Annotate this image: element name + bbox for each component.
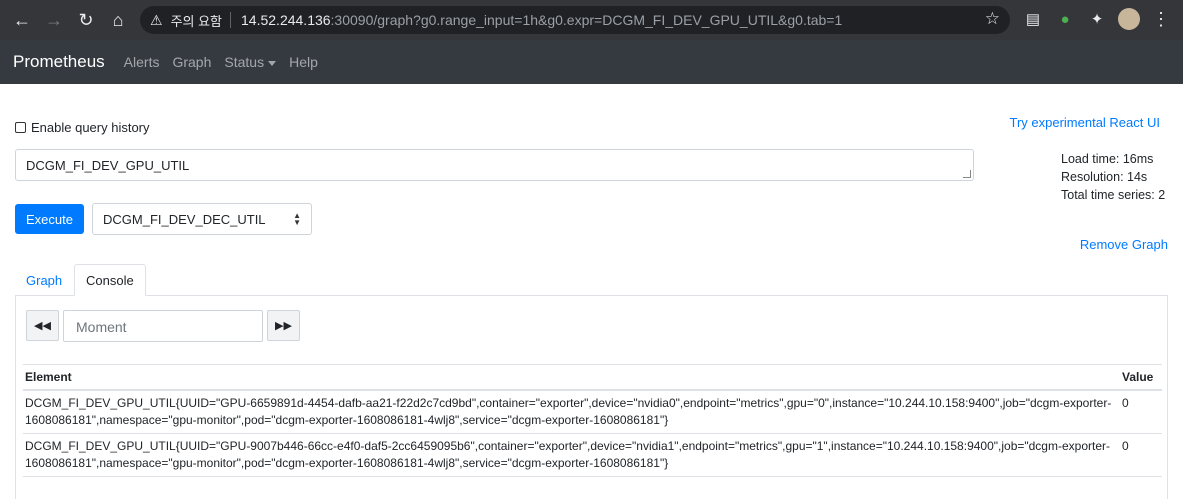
caret-down-icon [268, 60, 277, 66]
browser-menu-icon[interactable]: ⋮ [1150, 8, 1172, 30]
tab-graph[interactable]: Graph [15, 264, 73, 296]
column-value: Value [1120, 364, 1162, 391]
profile-avatar[interactable] [1118, 8, 1140, 30]
remove-graph-link[interactable]: Remove Graph [1080, 237, 1168, 252]
url-host: 14.52.244.136 [241, 12, 331, 28]
warning-icon: ⚠ [150, 11, 163, 28]
resize-handle[interactable] [963, 170, 971, 178]
back-arrow-icon[interactable]: ← [8, 6, 36, 34]
table-row: DCGM_FI_DEV_GPU_UTIL{UUID="GPU-6659891d-… [23, 390, 1162, 434]
extension-reader-icon[interactable]: ▤ [1022, 8, 1044, 30]
row-element: DCGM_FI_DEV_GPU_UTIL{UUID="GPU-9007b446-… [23, 433, 1120, 477]
address-bar[interactable]: ⚠ 주의 요함 14.52.244.136:30090/graph?g0.ran… [140, 6, 1010, 34]
query-stats: Load time: 16ms Resolution: 14s Total ti… [1061, 150, 1165, 204]
react-ui-link[interactable]: Try experimental React UI [1009, 115, 1160, 130]
tab-console[interactable]: Console [74, 264, 146, 296]
row-value: 0 [1120, 433, 1162, 477]
metric-select-value: DCGM_FI_DEV_DEC_UTIL [103, 212, 266, 227]
table-row: DCGM_FI_DEV_GPU_UTIL{UUID="GPU-9007b446-… [23, 433, 1162, 477]
resolution: Resolution: 14s [1061, 170, 1148, 184]
query-history-label: Enable query history [31, 120, 150, 135]
moment-input[interactable]: Moment [63, 310, 263, 342]
reload-icon[interactable]: ↻ [72, 6, 100, 34]
nav-graph[interactable]: Graph [172, 54, 211, 70]
column-element: Element [23, 364, 1120, 391]
security-warning-label: 주의 요함 [170, 13, 223, 29]
expression-value: DCGM_FI_DEV_GPU_UTIL [26, 158, 190, 173]
query-history-checkbox[interactable] [15, 122, 26, 133]
forward-arrow-icon[interactable]: → [40, 6, 68, 34]
select-arrows-icon: ▲ ▼ [293, 211, 301, 227]
url-path: :30090/graph?g0.range_input=1h&g0.expr=D… [330, 12, 843, 28]
nav-alerts[interactable]: Alerts [124, 54, 160, 70]
row-element: DCGM_FI_DEV_GPU_UTIL{UUID="GPU-6659891d-… [23, 390, 1120, 434]
nav-status-label: Status [224, 54, 265, 70]
extensions-puzzle-icon[interactable]: ✦ [1086, 8, 1108, 30]
browser-toolbar: ← → ↻ ⌂ ⚠ 주의 요함 14.52.244.136:30090/grap… [0, 0, 1183, 40]
step-forward-icon[interactable]: ▶▶ [267, 310, 300, 341]
bookmark-star-icon[interactable]: ☆ [985, 9, 1000, 29]
expression-input[interactable]: DCGM_FI_DEV_GPU_UTIL [15, 149, 974, 181]
results-table: Element Value DCGM_FI_DEV_GPU_UTIL{UUID=… [23, 364, 1162, 477]
query-history-toggle[interactable]: Enable query history [15, 120, 150, 135]
row-value: 0 [1120, 390, 1162, 434]
execute-button[interactable]: Execute [15, 204, 84, 234]
address-separator [230, 12, 232, 28]
step-back-icon[interactable]: ◀◀ [26, 310, 59, 341]
brand-logo[interactable]: Prometheus [13, 52, 105, 72]
prometheus-navbar: Prometheus Alerts Graph Status Help [0, 40, 1183, 84]
home-icon[interactable]: ⌂ [104, 6, 132, 34]
nav-help[interactable]: Help [289, 54, 318, 70]
load-time: Load time: 16ms [1061, 152, 1154, 166]
metric-select[interactable]: DCGM_FI_DEV_DEC_UTIL ▲ ▼ [92, 203, 312, 235]
evernote-extension-icon[interactable]: ● [1054, 8, 1076, 30]
nav-status[interactable]: Status [224, 54, 277, 70]
total-time-series: Total time series: 2 [1061, 188, 1166, 202]
